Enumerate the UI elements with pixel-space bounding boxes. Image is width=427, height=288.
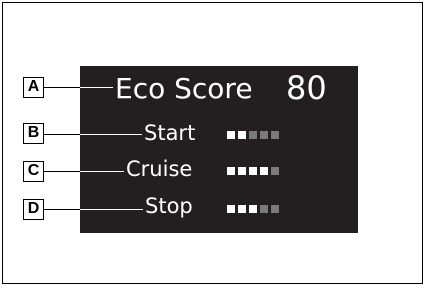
active-segment (238, 167, 246, 175)
callout-d: D (23, 199, 44, 220)
eco-score-value: 80 (286, 69, 327, 107)
inactive-segment (271, 167, 279, 175)
callout-d-leader-inner (80, 209, 143, 210)
active-segment (249, 167, 257, 175)
inactive-segment (260, 205, 268, 213)
callout-d-leader (44, 209, 80, 210)
active-segment (227, 205, 235, 213)
start-level-indicator (227, 131, 279, 139)
active-segment (238, 205, 246, 213)
stop-label: Stop (145, 194, 193, 218)
active-segment (238, 131, 246, 139)
callout-b: B (23, 123, 44, 144)
callout-c: C (23, 161, 44, 182)
inactive-segment (271, 131, 279, 139)
inactive-segment (271, 205, 279, 213)
callout-c-leader-inner (80, 171, 124, 172)
cruise-level-indicator (227, 167, 279, 175)
callout-a-leader (44, 87, 80, 88)
active-segment (260, 167, 268, 175)
stop-level-indicator (227, 205, 279, 213)
active-segment (249, 205, 257, 213)
callout-b-leader (44, 134, 80, 135)
callout-a: A (23, 77, 44, 98)
inactive-segment (260, 131, 268, 139)
start-label: Start (144, 121, 196, 145)
callout-b-leader-inner (80, 134, 142, 135)
cruise-label: Cruise (126, 157, 193, 181)
callout-c-leader (44, 171, 80, 172)
active-segment (227, 167, 235, 175)
eco-score-title: Eco Score (115, 72, 253, 105)
callout-a-leader-inner (80, 87, 113, 88)
inactive-segment (249, 131, 257, 139)
active-segment (227, 131, 235, 139)
